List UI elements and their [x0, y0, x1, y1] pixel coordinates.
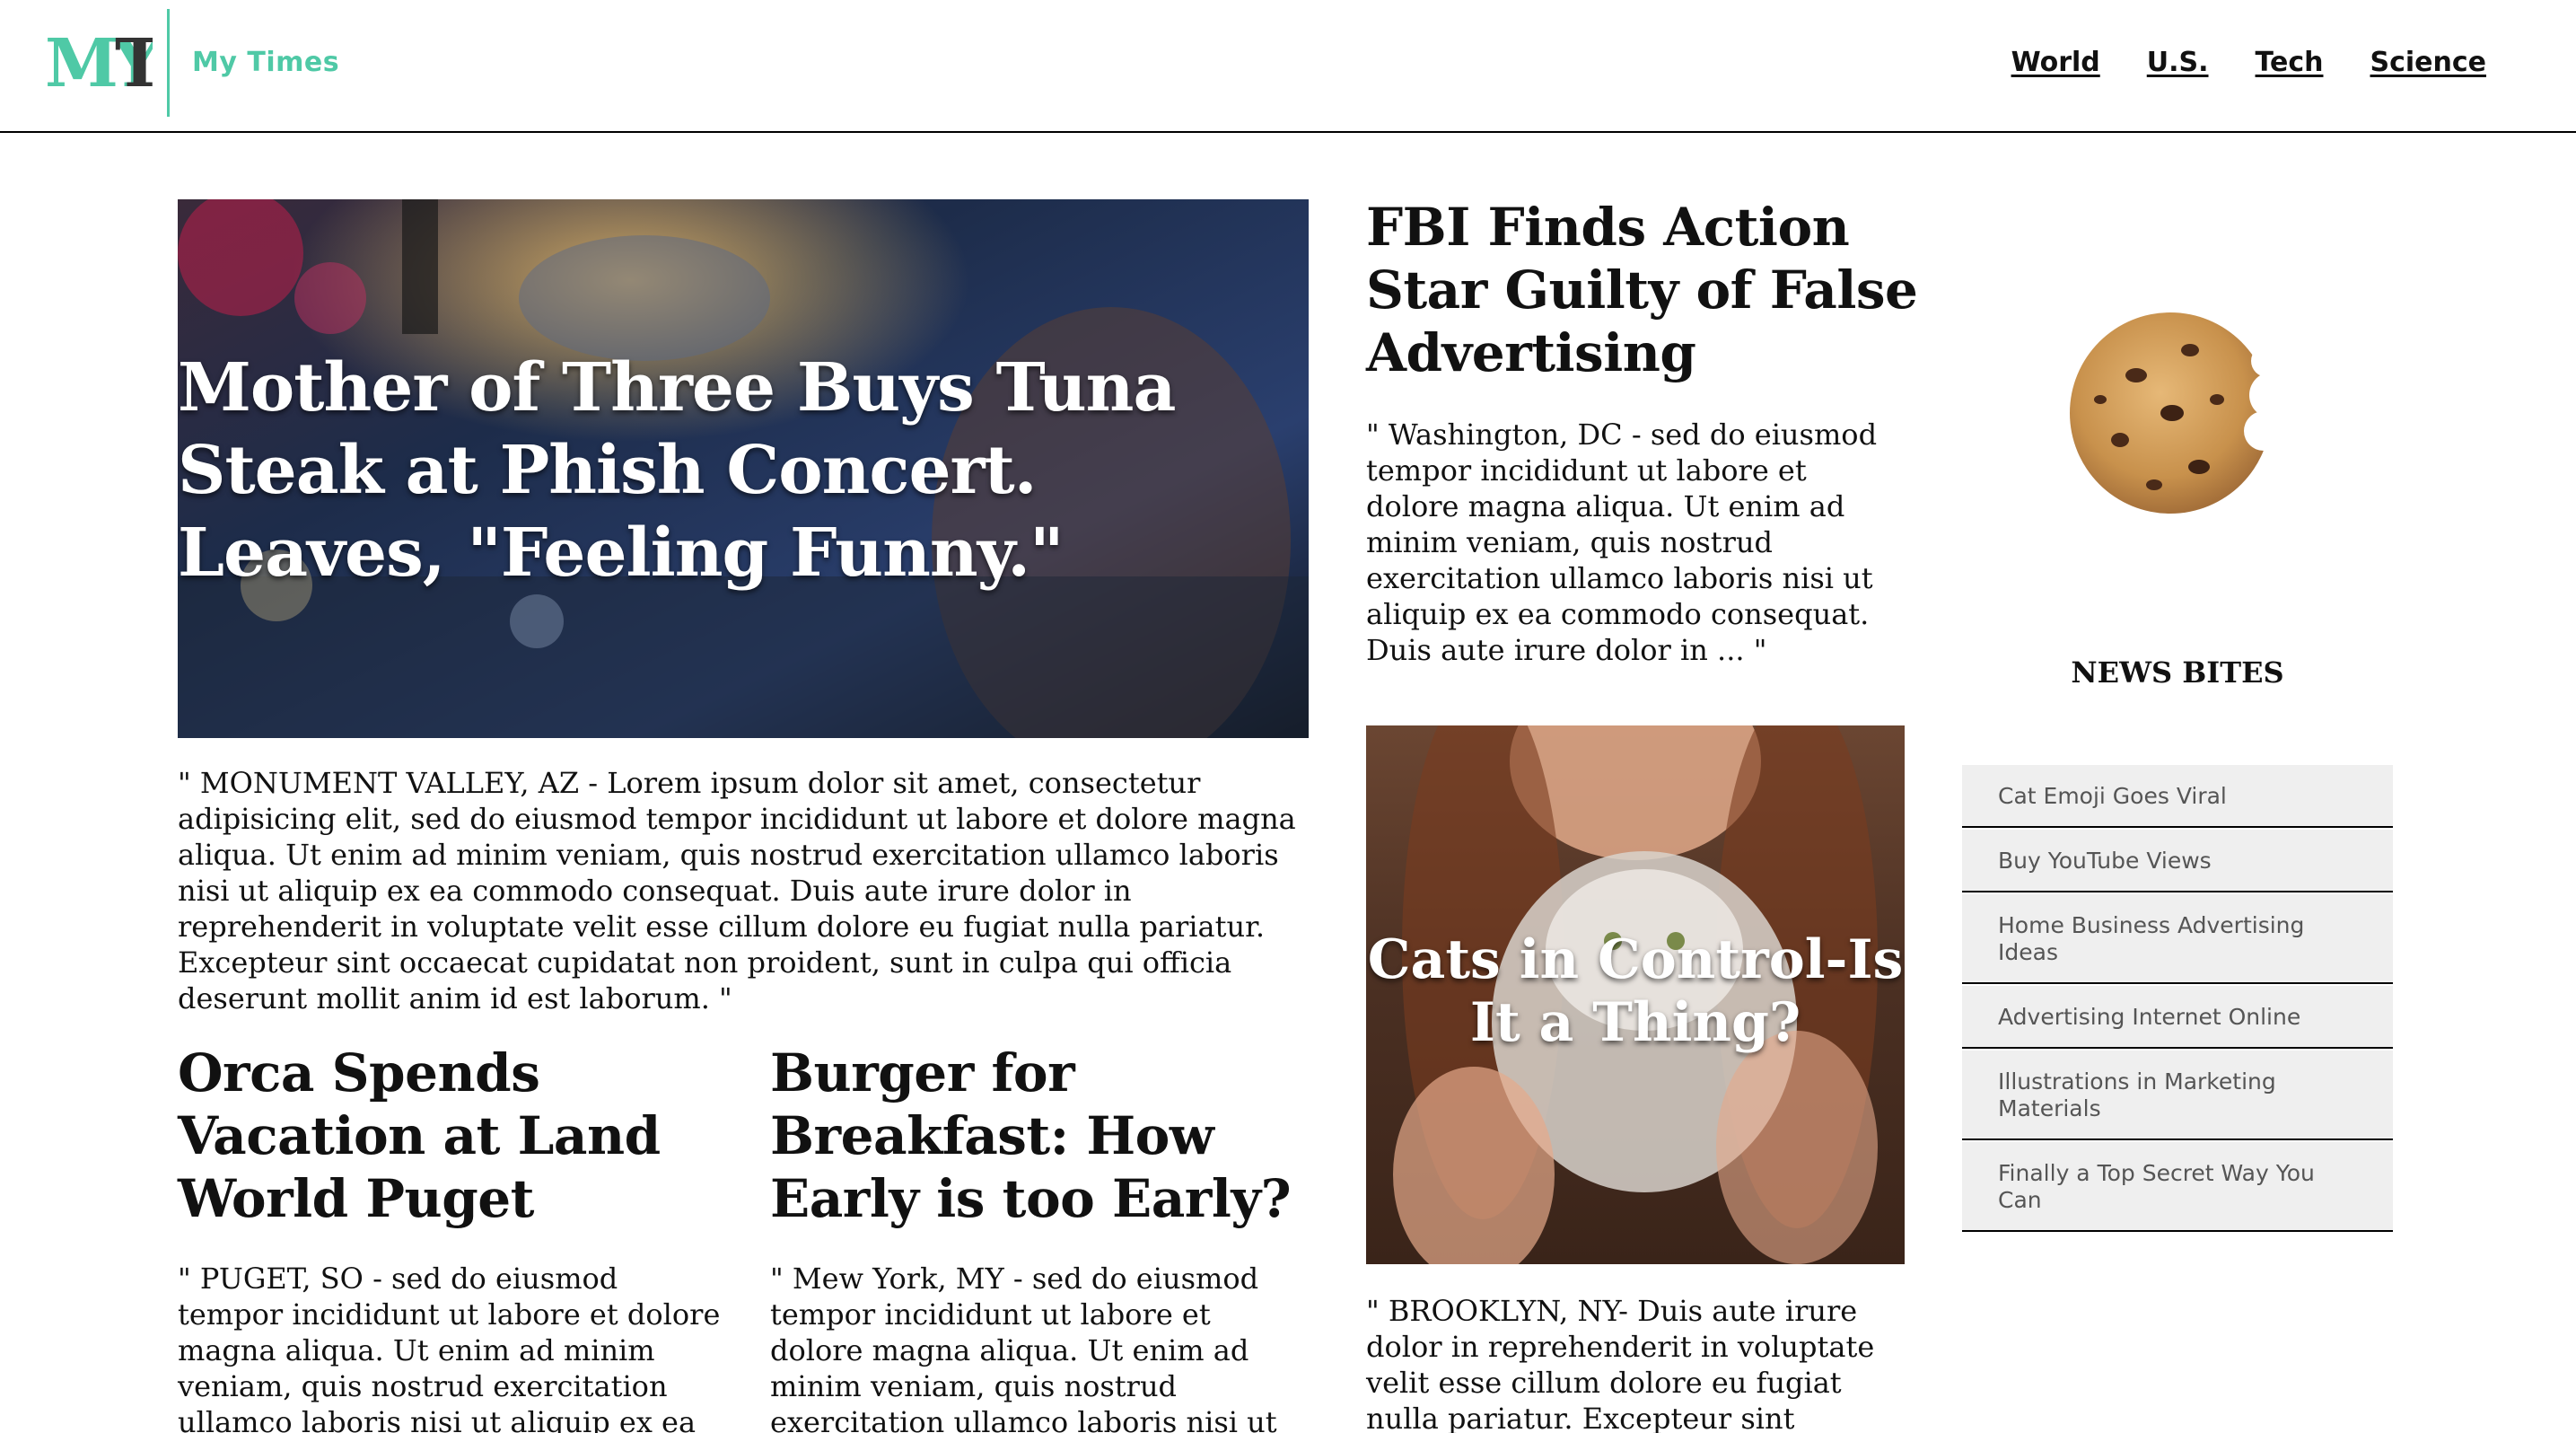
nav-link-us[interactable]: U.S.: [2147, 47, 2209, 78]
nav-link-tech[interactable]: Tech: [2256, 47, 2324, 78]
orca-article-excerpt: " PUGET, SO - sed do eiusmod tempor inci…: [178, 1262, 721, 1433]
news-bite-item[interactable]: Home Business Advertising Ideas: [1962, 894, 2393, 984]
main-nav: World U.S. Tech Science: [2011, 47, 2486, 78]
myt-logo-icon[interactable]: MY T: [45, 27, 153, 99]
news-bite-item[interactable]: Cat Emoji Goes Viral: [1962, 765, 2393, 828]
news-bite-item[interactable]: Advertising Internet Online: [1962, 986, 2393, 1049]
hero-excerpt: " MONUMENT VALLEY, AZ - Lorem ipsum dolo…: [178, 766, 1296, 1015]
hero-title[interactable]: Mother of Three Buys Tuna Steak at Phish…: [178, 347, 1237, 594]
orca-article-title[interactable]: Orca Spends Vacation at Land World Puget: [178, 1042, 734, 1230]
fbi-article-title[interactable]: FBI Finds Action Star Guilty of False Ad…: [1366, 196, 1923, 384]
logo-divider: [167, 9, 170, 117]
nav-link-science[interactable]: Science: [2370, 47, 2486, 78]
nav-link-world[interactable]: World: [2011, 47, 2100, 78]
cookie-icon: [2070, 312, 2271, 514]
cats-article-title[interactable]: Cats in Control-Is It a Thing?: [1366, 928, 1905, 1054]
hero-image[interactable]: Mother of Three Buys Tuna Steak at Phish…: [178, 199, 1309, 738]
news-bite-item[interactable]: Buy YouTube Views: [1962, 830, 2393, 892]
news-bite-item[interactable]: Illustrations in Marketing Materials: [1962, 1051, 2393, 1140]
cats-article-excerpt: " BROOKLYN, NY- Duis aute irure dolor in…: [1366, 1294, 1875, 1433]
news-bites-heading: NEWS BITES: [2071, 655, 2284, 690]
cats-image[interactable]: Cats in Control-Is It a Thing?: [1366, 725, 1905, 1264]
site-name[interactable]: My Times: [192, 47, 339, 78]
burger-article-title[interactable]: Burger for Breakfast: How Early is too E…: [770, 1042, 1327, 1230]
fbi-article-excerpt: " Washington, DC - sed do eiusmod tempor…: [1366, 418, 1878, 667]
news-bite-item[interactable]: Finally a Top Secret Way You Can: [1962, 1142, 2393, 1232]
svg-text:T: T: [115, 27, 153, 99]
burger-article-excerpt: " Mew York, MY - sed do eiusmod tempor i…: [770, 1262, 1277, 1433]
news-bites-list: Cat Emoji Goes Viral Buy YouTube Views H…: [1962, 765, 2393, 1232]
site-header: MY T My Times World U.S. Tech Science: [0, 0, 2576, 133]
